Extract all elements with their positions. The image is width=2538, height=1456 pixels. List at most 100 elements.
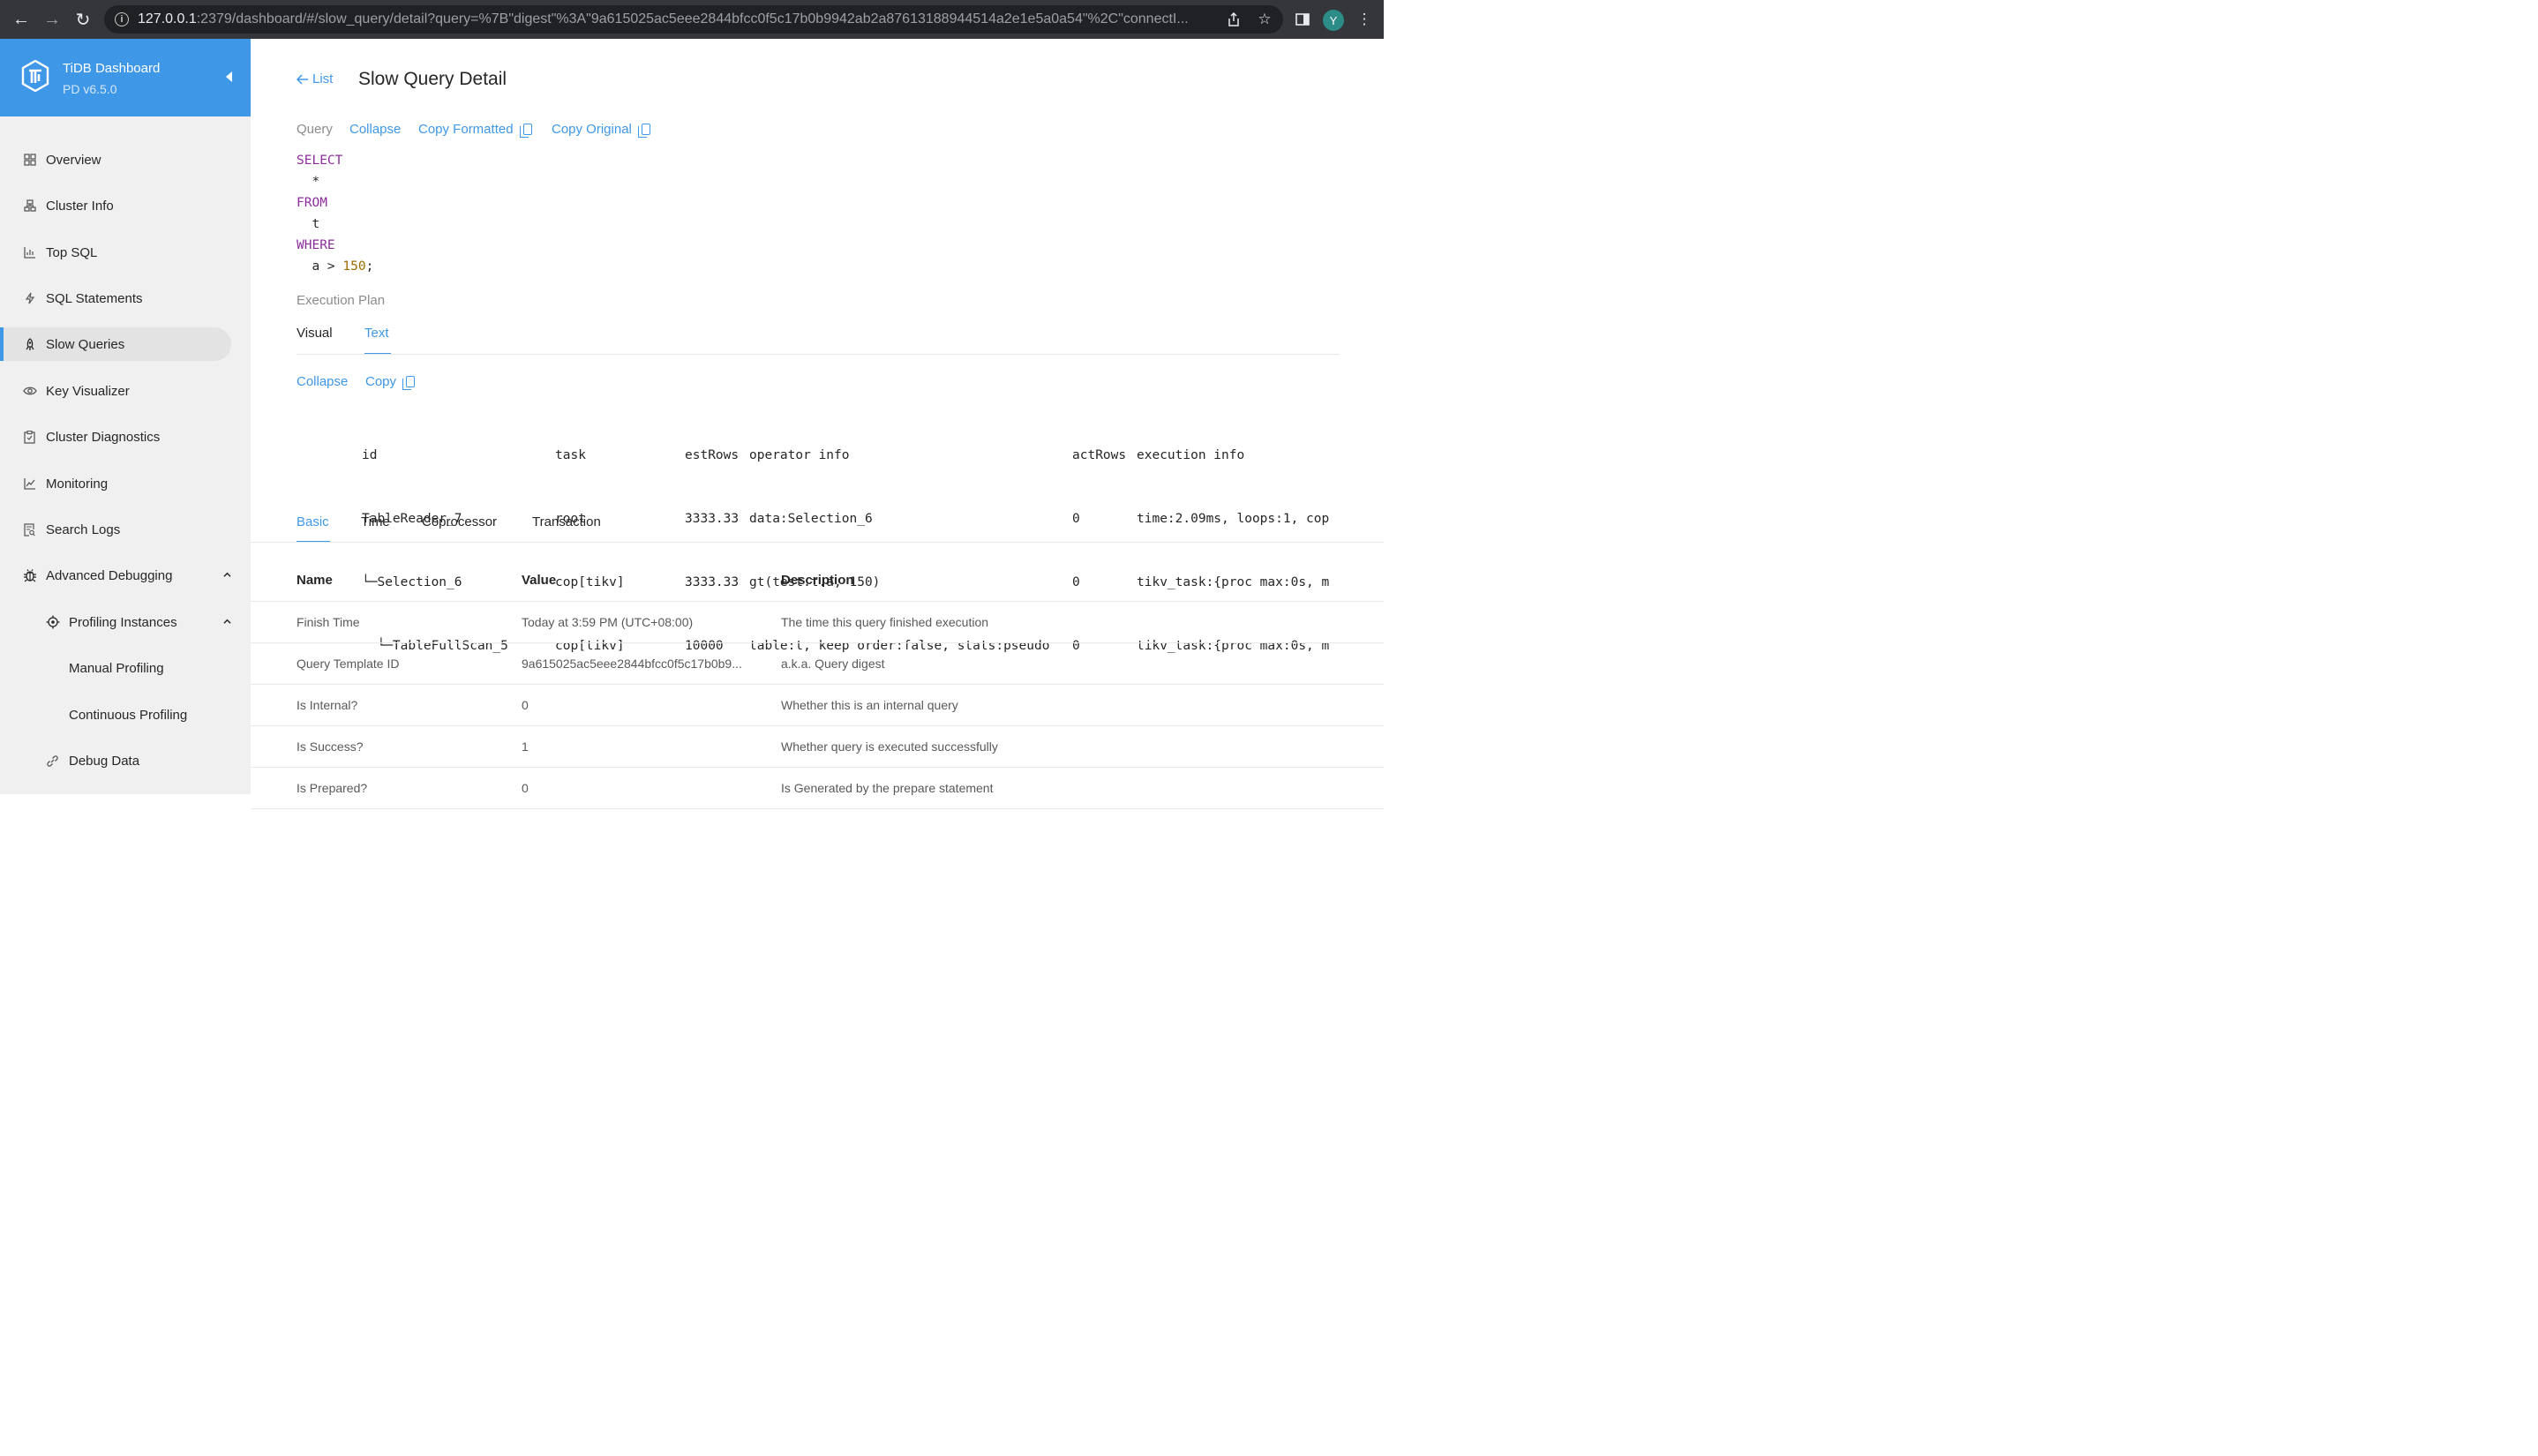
sidebar-item-debug-data[interactable]: Debug Data	[0, 744, 251, 777]
back-arrow-icon[interactable]: ←	[5, 0, 37, 39]
tab-coprocessor[interactable]: Coprocessor	[422, 514, 497, 529]
sidebar-item-label: Cluster Diagnostics	[46, 429, 161, 445]
sidebar-item-top-sql[interactable]: Top SQL	[0, 236, 251, 269]
table-header: Name Value Description	[251, 559, 1384, 602]
chevron-up-icon[interactable]	[223, 618, 231, 626]
tab-basic[interactable]: Basic	[297, 514, 329, 529]
sidebar-item-label: Top SQL	[46, 244, 98, 260]
sidebar-item-label: SQL Statements	[46, 290, 143, 306]
browser-toolbar: ← → ↻ i 127.0.0.1:2379/dashboard/#/slow_…	[0, 0, 1384, 39]
row-description: a.k.a. Query digest	[781, 657, 885, 671]
chevron-up-icon[interactable]	[223, 571, 231, 579]
plan-collapse-link[interactable]: Collapse	[297, 374, 348, 389]
table-row: Is Prepared? 0 Is Generated by the prepa…	[251, 768, 1384, 809]
plan-cell: 0	[1072, 512, 1080, 526]
tab-visual[interactable]: Visual	[297, 326, 333, 341]
arrow-left-icon	[297, 73, 308, 85]
file-search-icon	[22, 522, 37, 537]
profile-avatar[interactable]: Y	[1323, 10, 1344, 31]
column-header-description: Description	[781, 573, 854, 588]
row-name: Is Success?	[297, 739, 364, 754]
sidebar-item-profiling-instances[interactable]: Profiling Instances	[0, 605, 251, 639]
main-content: List Slow Query Detail Query Collapse Co…	[251, 39, 1384, 809]
sql-keyword: FROM	[297, 196, 327, 210]
sidebar-item-monitoring[interactable]: Monitoring	[0, 467, 251, 500]
plan-collapse-label: Collapse	[297, 374, 349, 389]
plan-copy-label: Copy	[365, 374, 397, 389]
sidebar-item-sql-statements[interactable]: SQL Statements	[0, 281, 251, 315]
execution-plan-label: Execution Plan	[297, 293, 386, 308]
url-text[interactable]: 127.0.0.1:2379/dashboard/#/slow_query/de…	[138, 11, 1214, 27]
sidebar-item-slow-queries[interactable]: Slow Queries	[4, 327, 231, 361]
back-label: List	[312, 71, 334, 86]
sql-text: t	[312, 217, 320, 231]
page-title: Slow Query Detail	[358, 69, 507, 89]
plan-column-header: estRows	[685, 448, 740, 462]
tab-transaction[interactable]: Transaction	[532, 514, 601, 529]
sidebar-item-label: Slow Queries	[46, 336, 125, 352]
copy-original-link[interactable]: Copy Original	[552, 122, 650, 138]
back-to-list-link[interactable]: List	[297, 71, 333, 86]
plan-cell: 3333.33	[685, 512, 740, 526]
tab-time[interactable]: Time	[361, 514, 390, 529]
copy-original-label: Copy Original	[552, 122, 632, 137]
row-value: 0	[522, 781, 529, 795]
sidebar-item-manual-profiling[interactable]: Manual Profiling	[0, 651, 251, 685]
plan-header-row: id task estRows operator info actRows ex…	[297, 445, 1340, 466]
sidebar-item-key-visualizer[interactable]: Key Visualizer	[0, 374, 251, 408]
share-icon[interactable]	[1221, 5, 1246, 34]
row-value[interactable]: 9a615025ac5eee2844bfcc0f5c17b0b9...	[522, 657, 742, 671]
sql-text: ;	[365, 259, 374, 274]
eye-icon	[22, 384, 37, 399]
sidebar-item-label: Cluster Info	[46, 198, 114, 214]
plan-cell: data:Selection_6	[749, 512, 873, 526]
address-bar[interactable]: i 127.0.0.1:2379/dashboard/#/slow_query/…	[104, 5, 1283, 34]
reload-icon[interactable]: ↻	[67, 0, 99, 39]
copy-icon	[402, 376, 416, 390]
sql-line: SELECT	[297, 150, 373, 171]
copy-icon	[637, 124, 650, 138]
table-row: Is Success? 1 Whether query is executed …	[251, 726, 1384, 768]
sidebar-item-continuous-profiling[interactable]: Continuous Profiling	[0, 698, 251, 732]
app-name: TiDB Dashboard	[63, 61, 161, 76]
sidebar-item-cluster-info[interactable]: Cluster Info	[0, 189, 251, 222]
sidebar-item-cluster-diagnostics[interactable]: Cluster Diagnostics	[0, 420, 251, 454]
site-info-icon[interactable]: i	[115, 12, 129, 26]
bookmark-star-icon[interactable]: ☆	[1252, 5, 1277, 34]
more-menu-icon[interactable]: ⋮	[1352, 5, 1377, 34]
row-value: Today at 3:59 PM (UTC+08:00)	[522, 615, 694, 629]
grid-icon	[22, 153, 37, 168]
sidebar-item-label: Continuous Profiling	[69, 707, 188, 723]
sidebar-item-advanced-debugging[interactable]: Advanced Debugging	[0, 559, 251, 592]
forward-arrow-icon[interactable]: →	[36, 0, 68, 39]
row-name: Finish Time	[297, 615, 360, 629]
query-label: Query	[297, 122, 333, 137]
clipboard-icon	[22, 430, 37, 445]
plan-column-header: operator info	[749, 448, 850, 462]
sidebar-item-label: Monitoring	[46, 476, 109, 492]
tab-text[interactable]: Text	[364, 326, 389, 341]
query-collapse-link[interactable]: Collapse	[349, 122, 401, 137]
table-row: Finish Time Today at 3:59 PM (UTC+08:00)…	[251, 602, 1384, 643]
copy-formatted-link[interactable]: Copy Formatted	[418, 122, 532, 138]
sql-indent	[297, 217, 312, 231]
plan-copy-link[interactable]: Copy	[365, 374, 416, 390]
sql-indent	[297, 259, 312, 274]
sql-line: FROM	[297, 192, 373, 214]
sql-line: *	[297, 171, 373, 192]
rocket-icon	[22, 337, 37, 352]
url-host: 127.0.0.1	[138, 11, 197, 26]
sql-code-block: SELECT * FROM t WHERE a > 150;	[297, 150, 373, 277]
sidebar-item-overview[interactable]: Overview	[0, 143, 251, 176]
lightning-icon	[22, 291, 37, 306]
tidb-logo-icon	[21, 60, 49, 92]
sidebar-item-search-logs[interactable]: Search Logs	[0, 513, 251, 546]
tabs-divider	[297, 354, 1340, 355]
bar-chart-icon	[22, 245, 37, 260]
copy-formatted-label: Copy Formatted	[418, 122, 514, 137]
collapse-sidebar-icon[interactable]	[226, 71, 232, 82]
sql-keyword: WHERE	[297, 238, 335, 252]
column-header-name: Name	[297, 573, 333, 588]
side-panel-icon[interactable]	[1290, 5, 1315, 34]
line-chart-icon	[22, 477, 37, 492]
